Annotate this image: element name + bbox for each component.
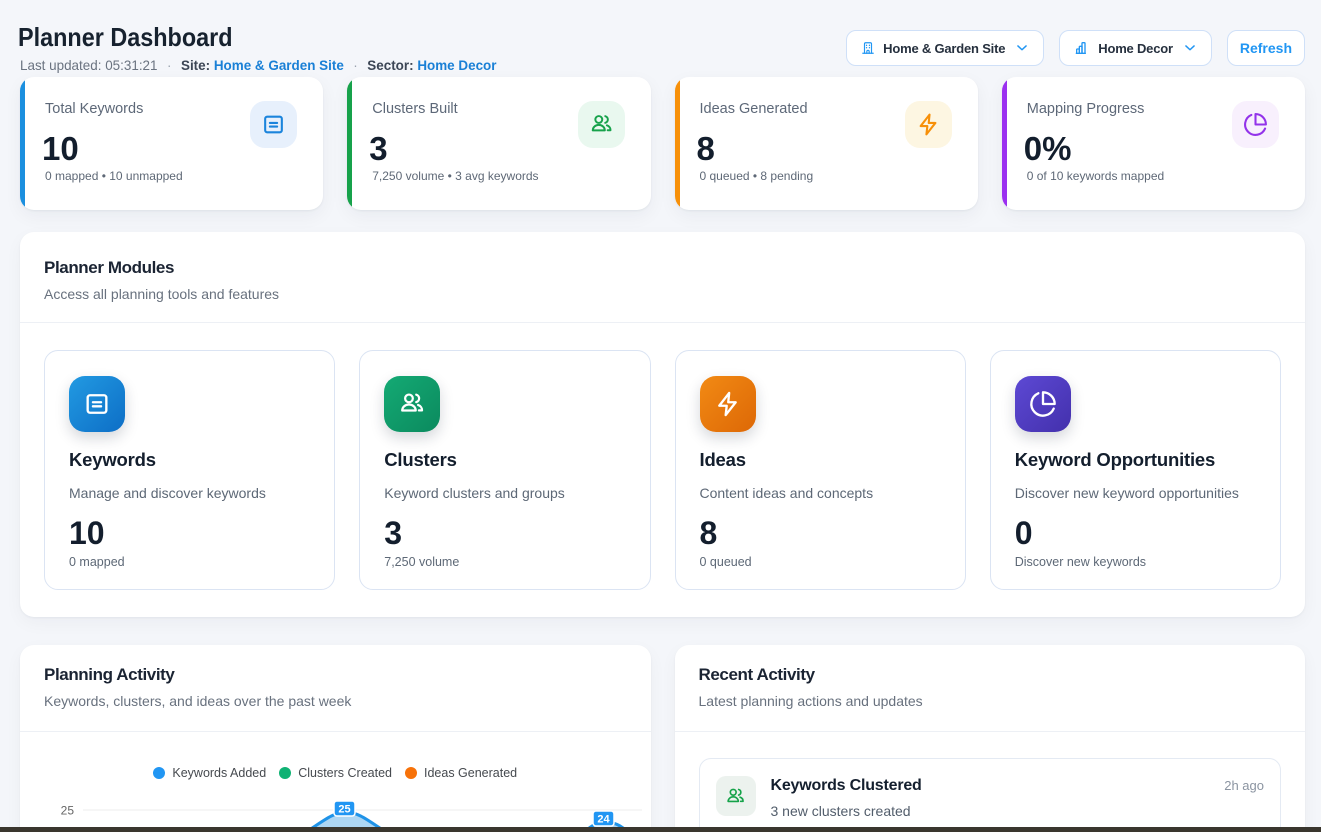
svg-text:25: 25 <box>338 804 350 816</box>
svg-text:25: 25 <box>61 804 75 818</box>
svg-text:24: 24 <box>597 814 610 826</box>
